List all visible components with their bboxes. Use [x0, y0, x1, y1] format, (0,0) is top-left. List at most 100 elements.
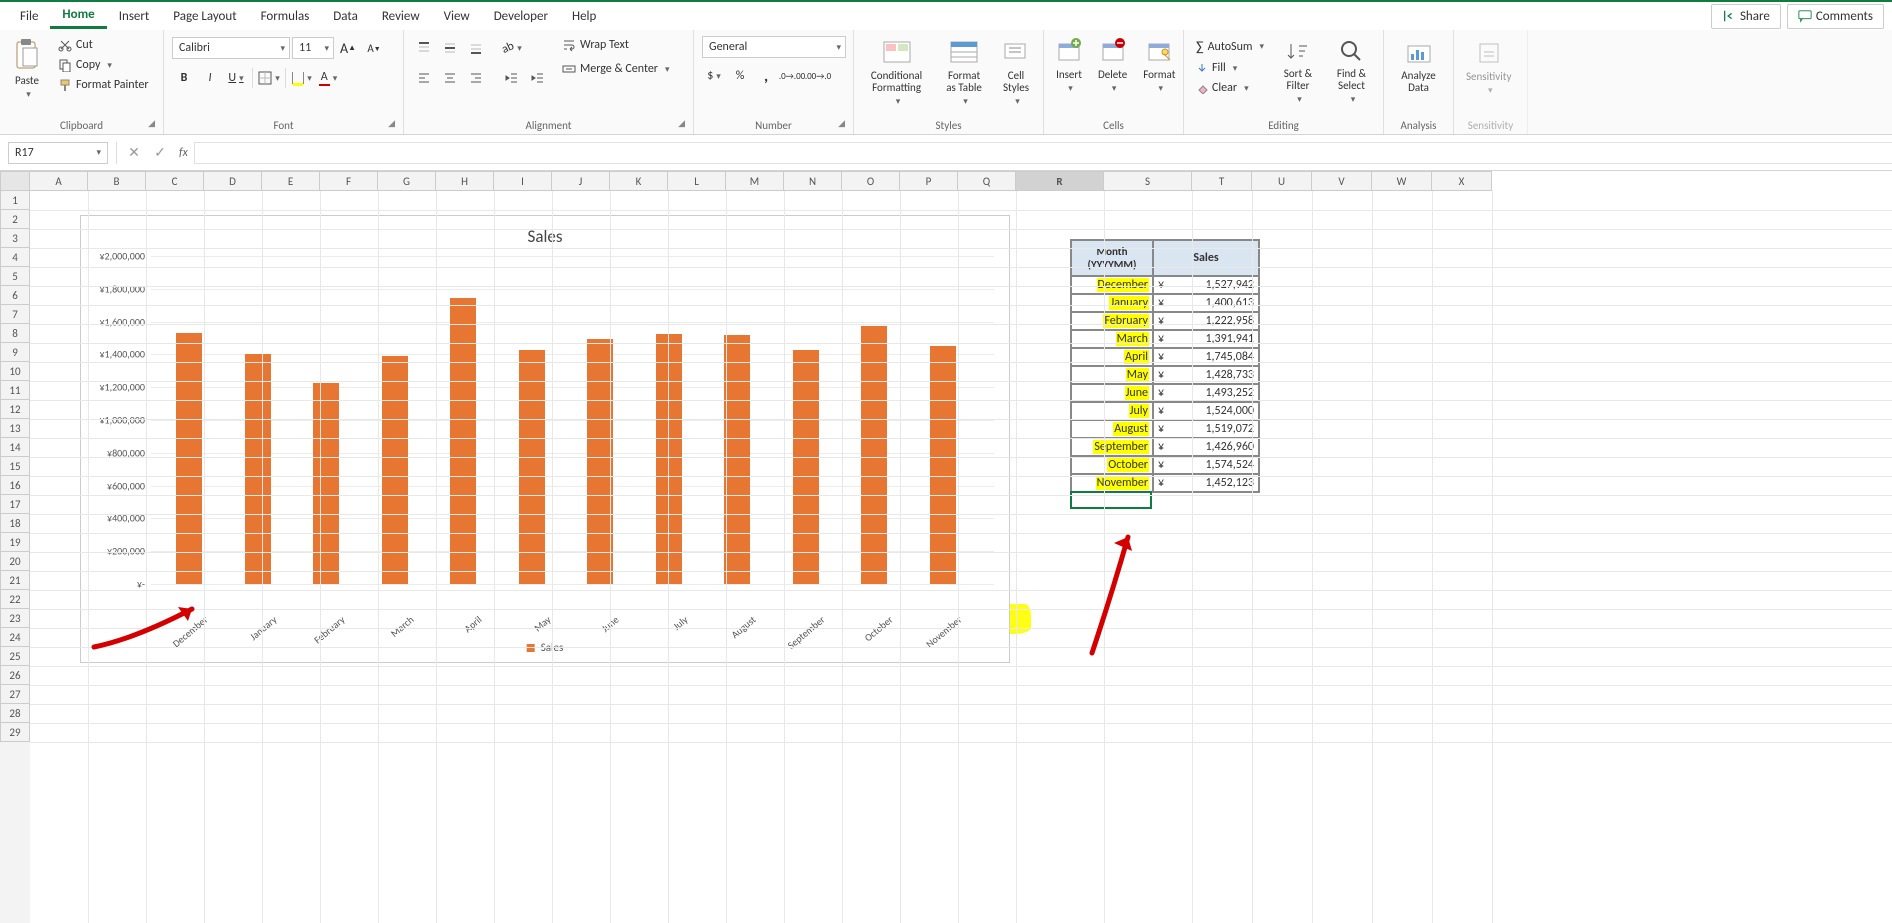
row-header-15[interactable]: 15 — [0, 457, 30, 476]
table-sales-cell[interactable]: ¥1,745,084 — [1153, 348, 1259, 366]
row-header-10[interactable]: 10 — [0, 362, 30, 381]
col-header-P[interactable]: P — [900, 171, 958, 191]
row-header-27[interactable]: 27 — [0, 685, 30, 704]
align-right-button[interactable] — [464, 66, 488, 90]
font-color-button[interactable]: A▾ — [316, 66, 340, 90]
cut-button[interactable]: Cut — [54, 36, 153, 54]
row-header-25[interactable]: 25 — [0, 647, 30, 666]
table-sales-cell[interactable]: ¥1,426,960 — [1153, 438, 1259, 456]
col-header-J[interactable]: J — [552, 171, 610, 191]
menu-review[interactable]: Review — [370, 5, 432, 28]
fill-color-button[interactable]: ▾ — [290, 66, 314, 90]
row-header-24[interactable]: 24 — [0, 628, 30, 647]
table-month-cell[interactable]: October — [1071, 456, 1153, 474]
table-sales-cell[interactable]: ¥1,391,941 — [1153, 330, 1259, 348]
alignment-dialog-launcher[interactable]: ◢ — [678, 118, 685, 129]
clipboard-dialog-launcher[interactable]: ◢ — [148, 118, 155, 129]
name-box[interactable]: R17▾ — [8, 142, 108, 164]
col-header-S[interactable]: S — [1104, 171, 1192, 191]
table-row[interactable]: August¥1,519,072 — [1071, 420, 1259, 438]
fx-icon[interactable]: fx — [173, 146, 194, 160]
merge-center-button[interactable]: Merge & Center▾ — [558, 60, 674, 78]
italic-button[interactable]: I — [198, 66, 222, 90]
row-header-18[interactable]: 18 — [0, 514, 30, 533]
col-header-A[interactable]: A — [30, 171, 88, 191]
table-header-month[interactable]: Month(YYYYMM) — [1071, 240, 1153, 276]
row-header-19[interactable]: 19 — [0, 533, 30, 552]
format-cells-button[interactable]: Format▾ — [1139, 36, 1179, 96]
table-month-cell[interactable]: February — [1071, 312, 1153, 330]
col-header-K[interactable]: K — [610, 171, 668, 191]
select-all-corner[interactable] — [0, 171, 30, 191]
col-header-X[interactable]: X — [1432, 171, 1492, 191]
decrease-indent-button[interactable] — [500, 66, 524, 90]
table-row[interactable]: December¥1,527,942 — [1071, 276, 1259, 294]
align-left-button[interactable] — [412, 66, 436, 90]
col-header-Q[interactable]: Q — [958, 171, 1016, 191]
col-header-C[interactable]: C — [146, 171, 204, 191]
row-header-16[interactable]: 16 — [0, 476, 30, 495]
menu-view[interactable]: View — [432, 5, 482, 28]
cell-styles-button[interactable]: Cell Styles▾ — [997, 36, 1035, 109]
analyze-data-button[interactable]: Analyze Data — [1392, 36, 1445, 96]
cancel-formula-button[interactable]: ✕ — [121, 144, 147, 161]
format-as-table-button[interactable]: Format as Table▾ — [939, 36, 989, 109]
row-header-17[interactable]: 17 — [0, 495, 30, 514]
table-sales-cell[interactable]: ¥1,524,000 — [1153, 402, 1259, 420]
chart-bar[interactable] — [313, 383, 339, 584]
menu-formulas[interactable]: Formulas — [249, 5, 322, 28]
copy-button[interactable]: Copy▾ — [54, 56, 153, 74]
col-header-T[interactable]: T — [1192, 171, 1252, 191]
table-row[interactable]: July¥1,524,000 — [1071, 402, 1259, 420]
row-header-1[interactable]: 1 — [0, 191, 30, 210]
table-row[interactable]: March¥1,391,941 — [1071, 330, 1259, 348]
formula-input[interactable] — [194, 142, 1892, 164]
increase-indent-button[interactable] — [526, 66, 550, 90]
font-dialog-launcher[interactable]: ◢ — [388, 118, 395, 129]
col-header-M[interactable]: M — [726, 171, 784, 191]
paste-button[interactable]: Paste ▾ — [8, 36, 46, 102]
bold-button[interactable]: B — [172, 66, 196, 90]
row-header-12[interactable]: 12 — [0, 400, 30, 419]
row-header-29[interactable]: 29 — [0, 723, 30, 742]
orientation-button[interactable]: ab▾ — [500, 36, 524, 60]
number-dialog-launcher[interactable]: ◢ — [838, 118, 845, 129]
chart-bar[interactable] — [382, 356, 408, 584]
table-row[interactable]: October¥1,574,524 — [1071, 456, 1259, 474]
row-header-5[interactable]: 5 — [0, 267, 30, 286]
chart-bar[interactable] — [176, 333, 202, 584]
row-header-14[interactable]: 14 — [0, 438, 30, 457]
row-header-22[interactable]: 22 — [0, 590, 30, 609]
chart-bar[interactable] — [450, 298, 476, 584]
col-header-D[interactable]: D — [204, 171, 262, 191]
table-row[interactable]: February¥1,222,958 — [1071, 312, 1259, 330]
table-row[interactable]: January¥1,400,613 — [1071, 294, 1259, 312]
col-header-L[interactable]: L — [668, 171, 726, 191]
table-month-cell[interactable]: September — [1071, 438, 1153, 456]
menu-developer[interactable]: Developer — [482, 5, 560, 28]
row-header-23[interactable]: 23 — [0, 609, 30, 628]
chart-bar[interactable] — [245, 354, 271, 584]
align-bottom-button[interactable] — [464, 36, 488, 60]
find-select-button[interactable]: Find & Select▾ — [1328, 36, 1375, 107]
menu-page-layout[interactable]: Page Layout — [161, 5, 248, 28]
col-header-H[interactable]: H — [436, 171, 494, 191]
borders-button[interactable]: ▾ — [257, 66, 281, 90]
menu-home[interactable]: Home — [50, 3, 106, 29]
table-month-cell[interactable]: March — [1071, 330, 1153, 348]
delete-cells-button[interactable]: Delete▾ — [1094, 36, 1131, 96]
sales-chart[interactable]: Sales ¥-¥200,000¥400,000¥600,000¥800,000… — [80, 215, 1010, 663]
font-name-select[interactable]: Calibri▾ — [172, 37, 290, 59]
share-button[interactable]: Share — [1711, 4, 1781, 29]
comments-button[interactable]: Comments — [1787, 4, 1884, 29]
align-top-button[interactable] — [412, 36, 436, 60]
wrap-text-button[interactable]: Wrap Text — [558, 36, 674, 54]
font-size-select[interactable]: 11▾ — [292, 37, 334, 59]
table-month-cell[interactable]: April — [1071, 348, 1153, 366]
col-header-G[interactable]: G — [378, 171, 436, 191]
col-header-W[interactable]: W — [1372, 171, 1432, 191]
clear-button[interactable]: Clear▾ — [1192, 79, 1268, 97]
row-header-3[interactable]: 3 — [0, 229, 30, 248]
row-header-6[interactable]: 6 — [0, 286, 30, 305]
table-row[interactable]: September¥1,426,960 — [1071, 438, 1259, 456]
